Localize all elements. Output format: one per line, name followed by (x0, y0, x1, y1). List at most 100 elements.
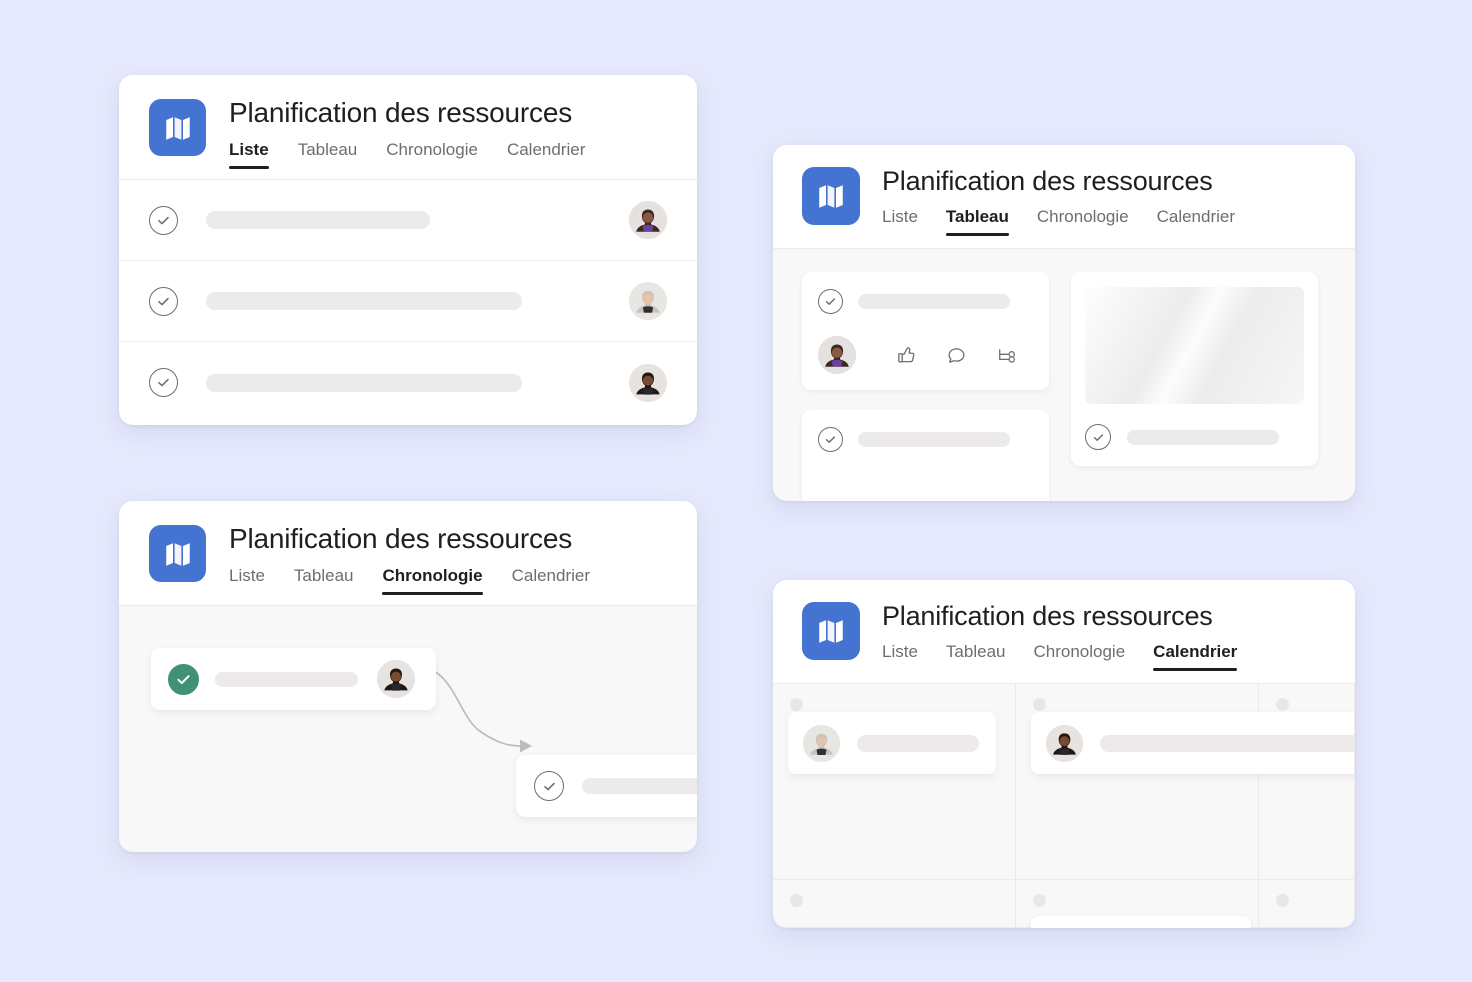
tab-calendrier[interactable]: Calendrier (512, 566, 590, 595)
checkbox-icon[interactable] (818, 289, 843, 314)
header-divider (773, 248, 1355, 249)
view-tabs: Liste Tableau Chronologie Calendrier (882, 207, 1235, 236)
checkbox-icon[interactable] (818, 427, 843, 452)
page-title: Planification des ressources (882, 166, 1235, 197)
calendar-event[interactable] (788, 712, 996, 774)
header-divider (119, 179, 697, 180)
tab-calendrier[interactable]: Calendrier (1153, 642, 1237, 671)
comment-icon[interactable] (946, 345, 967, 366)
page-title: Planification des ressources (882, 601, 1237, 632)
board-card-actions (818, 336, 1033, 374)
checkbox-icon[interactable] (534, 771, 564, 801)
list-card-header: Planification des ressources Liste Table… (119, 75, 697, 169)
board-card-action-icons (896, 345, 1018, 366)
page-title: Planification des ressources (229, 97, 585, 129)
board-card-header: Planification des ressources Liste Table… (773, 145, 1355, 248)
subtask-icon[interactable] (996, 345, 1018, 366)
canvas: Planification des ressources Liste Table… (0, 0, 1472, 982)
checkbox-completed-icon[interactable] (168, 664, 199, 695)
calendar-day-cell[interactable] (1016, 880, 1259, 928)
tab-calendrier[interactable]: Calendrier (507, 140, 585, 169)
calendar-day-cell[interactable] (1016, 684, 1259, 880)
checkbox-icon[interactable] (1085, 424, 1111, 450)
board-card-header-text: Planification des ressources Liste Table… (882, 167, 1235, 236)
folded-map-icon (149, 525, 206, 582)
tab-tableau[interactable]: Tableau (294, 566, 354, 595)
board-card-header-row (818, 427, 1033, 452)
view-tabs: Liste Tableau Chronologie Calendrier (229, 140, 585, 169)
table-row[interactable] (119, 342, 697, 423)
timeline-task-bar[interactable] (151, 648, 436, 710)
avatar[interactable] (629, 364, 667, 402)
task-title-placeholder (1127, 430, 1279, 445)
avatar[interactable] (1046, 725, 1083, 762)
board-column (802, 272, 1049, 501)
tab-chronologie[interactable]: Chronologie (386, 140, 478, 169)
checkbox-icon[interactable] (149, 287, 178, 316)
tab-chronologie[interactable]: Chronologie (1033, 642, 1125, 671)
avatar[interactable] (818, 336, 856, 374)
tab-liste[interactable]: Liste (882, 207, 918, 236)
board-view-card: Planification des ressources Liste Table… (773, 145, 1355, 501)
tab-chronologie[interactable]: Chronologie (382, 566, 482, 595)
board-card-header-row (818, 289, 1033, 314)
tab-chronologie[interactable]: Chronologie (1037, 207, 1129, 236)
board-card-task[interactable] (802, 272, 1049, 390)
board-card-media[interactable] (1071, 272, 1318, 466)
calendar-event[interactable] (1031, 916, 1251, 928)
calendar-view-card: Planification des ressources Liste Table… (773, 580, 1355, 928)
task-title-placeholder (206, 374, 522, 392)
calendar-day-cell[interactable] (1259, 880, 1355, 928)
tab-liste[interactable]: Liste (229, 140, 269, 169)
tab-liste[interactable]: Liste (882, 642, 918, 671)
view-tabs: Liste Tableau Chronologie Calendrier (882, 642, 1237, 671)
tab-liste[interactable]: Liste (229, 566, 265, 595)
timeline-card-header: Planification des ressources Liste Table… (119, 501, 697, 595)
avatar[interactable] (803, 725, 840, 762)
calendar-card-header: Planification des ressources Liste Table… (773, 580, 1355, 683)
avatar[interactable] (629, 282, 667, 320)
task-title-placeholder (582, 778, 697, 794)
list-view-card: Planification des ressources Liste Table… (119, 75, 697, 425)
board-column (1071, 272, 1318, 501)
timeline-view-card: Planification des ressources Liste Table… (119, 501, 697, 852)
task-title-placeholder (858, 294, 1010, 309)
tab-calendrier[interactable]: Calendrier (1157, 207, 1235, 236)
day-number-placeholder (1033, 698, 1046, 711)
header-divider (119, 605, 697, 606)
calendar-day-cell[interactable] (1259, 684, 1355, 880)
tab-tableau[interactable]: Tableau (298, 140, 358, 169)
avatar[interactable] (629, 201, 667, 239)
task-title-placeholder (206, 211, 430, 229)
table-row[interactable] (119, 261, 697, 342)
board-columns (773, 249, 1355, 501)
list-card-header-text: Planification des ressources Liste Table… (229, 99, 585, 169)
tab-tableau[interactable]: Tableau (946, 207, 1009, 236)
day-number-placeholder (790, 894, 803, 907)
task-title-placeholder (858, 432, 1010, 447)
image-placeholder (1085, 287, 1304, 404)
calendar-day-cell[interactable] (773, 684, 1016, 880)
tab-tableau[interactable]: Tableau (946, 642, 1006, 671)
board-card-task[interactable] (802, 410, 1049, 501)
avatar[interactable] (377, 660, 415, 698)
table-row[interactable] (119, 180, 697, 261)
page-title: Planification des ressources (229, 523, 590, 555)
timeline-task-bar[interactable] (516, 755, 697, 817)
calendar-card-header-text: Planification des ressources Liste Table… (882, 602, 1237, 671)
view-tabs: Liste Tableau Chronologie Calendrier (229, 566, 590, 595)
folded-map-icon (149, 99, 206, 156)
calendar-grid-wrapper (773, 684, 1355, 928)
calendar-day-cell[interactable] (773, 880, 1016, 928)
header-divider (773, 683, 1355, 684)
event-title-placeholder (857, 735, 979, 752)
task-list (119, 180, 697, 423)
checkbox-icon[interactable] (149, 368, 178, 397)
day-number-placeholder (1033, 894, 1046, 907)
task-title-placeholder (215, 672, 358, 687)
checkbox-icon[interactable] (149, 206, 178, 235)
task-title-placeholder (206, 292, 522, 310)
calendar-grid (773, 684, 1355, 928)
day-number-placeholder (1276, 698, 1289, 711)
thumbs-up-icon[interactable] (896, 345, 917, 366)
